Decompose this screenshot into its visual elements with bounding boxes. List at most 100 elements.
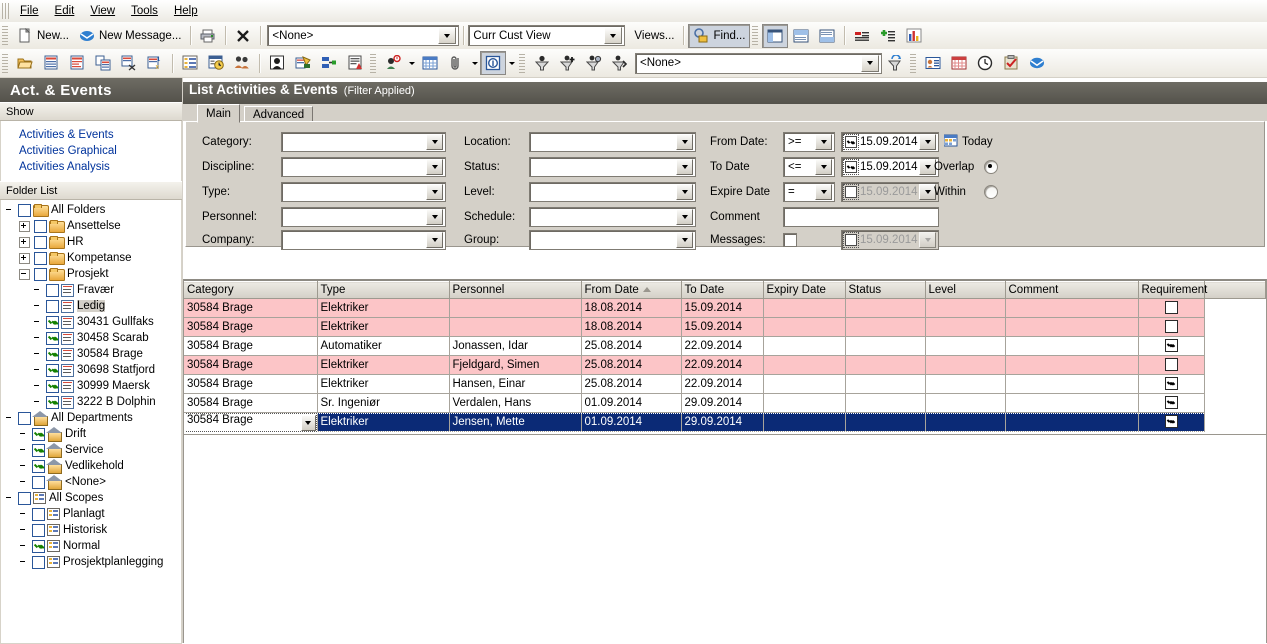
schedule-button[interactable] — [203, 51, 229, 75]
cell-category[interactable]: 30584 Brage — [184, 336, 318, 356]
list-button[interactable] — [177, 51, 203, 75]
tree-item[interactable]: All Departments — [1, 410, 181, 426]
cell-expiry-date[interactable] — [763, 393, 846, 413]
chevron-down-icon[interactable] — [919, 232, 936, 248]
cell-requirement[interactable] — [1138, 412, 1205, 432]
cell-status[interactable] — [845, 336, 926, 356]
column-header-to-date[interactable]: To Date — [681, 281, 764, 299]
tree-item[interactable]: 3222 B Dolphin — [1, 394, 181, 410]
chevron-down-icon[interactable] — [676, 232, 693, 248]
location-combo[interactable] — [529, 132, 696, 152]
cell-requirement[interactable] — [1138, 393, 1205, 413]
cell-comment[interactable] — [1005, 412, 1139, 432]
table-row[interactable]: 30584 Brage Sr. Ingeniør Verdalen, Hans 01.… — [184, 393, 1266, 413]
tree-item[interactable]: All Scopes — [1, 490, 181, 506]
cell-category[interactable]: 30584 Brage — [184, 298, 318, 318]
table-row[interactable]: 30584 Brage Elektriker Jensen, Mette 01.09.… — [184, 412, 1266, 432]
tree-item[interactable]: Normal — [1, 538, 181, 554]
tree-item-checkbox[interactable] — [34, 219, 47, 233]
cell-level[interactable] — [925, 412, 1006, 432]
chevron-down-icon[interactable] — [676, 209, 693, 225]
table-row[interactable]: 30584 Brage Elektriker Fjeldgard, Simen 25.… — [184, 355, 1266, 375]
tree-item-checkbox[interactable] — [46, 347, 59, 361]
tree-item[interactable]: Service — [1, 442, 181, 458]
company-combo[interactable] — [281, 230, 446, 250]
chevron-down-icon[interactable] — [426, 159, 443, 175]
expire-date-operator[interactable]: = — [783, 182, 835, 202]
menu-edit[interactable]: Edit — [47, 3, 83, 19]
expand-icon[interactable] — [19, 220, 30, 232]
cell-type[interactable]: Elektriker — [317, 317, 450, 337]
table-row[interactable]: 30584 Brage Automatiker Jonassen, Idar 25.0… — [184, 336, 1266, 356]
cell-expiry-date[interactable] — [763, 374, 846, 394]
discipline-combo[interactable] — [281, 157, 446, 177]
cell-from-date[interactable]: 18.08.2014 — [581, 298, 682, 318]
cell-requirement[interactable] — [1138, 336, 1205, 356]
cell-from-date[interactable]: 01.09.2014 — [581, 393, 682, 413]
personnel-group-button[interactable] — [229, 51, 255, 75]
column-header-type[interactable]: Type — [317, 281, 450, 299]
expand-icon[interactable] — [19, 236, 30, 248]
requirement-checkbox[interactable] — [1164, 338, 1178, 352]
calendar-grid-button[interactable] — [417, 51, 443, 75]
chevron-down-icon[interactable] — [919, 134, 936, 150]
tree-item-checkbox[interactable] — [18, 411, 31, 425]
person-button[interactable] — [264, 51, 290, 75]
folder-tree[interactable]: All Folders Ansettelse HR Kompetanse Prosjek… — [0, 200, 182, 644]
cell-level[interactable] — [925, 355, 1006, 375]
link-button[interactable] — [316, 51, 342, 75]
from-date-enabled-checkbox[interactable] — [843, 134, 859, 150]
tree-item-checkbox[interactable] — [32, 459, 45, 473]
cell-to-date[interactable]: 22.09.2014 — [681, 336, 764, 356]
filter-edit-button[interactable] — [581, 51, 607, 75]
sidebar-link-activities-analysis[interactable]: Activities Analysis — [19, 159, 181, 175]
to-date-enabled-checkbox[interactable] — [843, 159, 859, 175]
tree-item[interactable]: Ledig — [1, 298, 181, 314]
cell-type[interactable]: Elektriker — [317, 298, 450, 318]
expire-date-picker[interactable]: 15.09.2014 — [841, 182, 939, 202]
cell-comment[interactable] — [1005, 393, 1139, 413]
chevron-down-icon[interactable] — [438, 27, 457, 44]
messages-date-enabled-checkbox[interactable] — [843, 232, 859, 248]
person-alert-button[interactable] — [380, 51, 406, 75]
within-radio[interactable] — [984, 185, 998, 199]
tree-item[interactable]: Historisk — [1, 522, 181, 538]
column-header-status[interactable]: Status — [845, 281, 926, 299]
tree-item[interactable]: 30584 Brage — [1, 346, 181, 362]
tree-item-checkbox[interactable] — [46, 363, 59, 377]
renumber-activity-button[interactable]: 1x — [142, 51, 168, 75]
cell-personnel[interactable] — [449, 298, 582, 318]
new-button[interactable]: New... — [12, 24, 74, 48]
task-button[interactable] — [998, 51, 1024, 75]
cell-from-date[interactable]: 01.09.2014 — [581, 412, 682, 432]
sidebar-link-activities-graphical[interactable]: Activities Graphical — [19, 143, 181, 159]
cell-to-date[interactable]: 22.09.2014 — [681, 355, 764, 375]
tree-item-checkbox[interactable] — [46, 299, 59, 313]
new-message-button[interactable]: New Message... — [74, 24, 186, 48]
cell-category[interactable]: 30584 Brage — [184, 412, 318, 432]
cell-comment[interactable] — [1005, 355, 1139, 375]
list-add-button[interactable] — [875, 24, 901, 48]
tree-item-checkbox[interactable] — [32, 523, 45, 537]
filter-add-button[interactable] — [555, 51, 581, 75]
attachment-dropdown[interactable] — [469, 53, 480, 73]
tree-item-checkbox[interactable] — [32, 475, 45, 489]
tree-item-checkbox[interactable] — [18, 491, 31, 505]
collapse-icon[interactable] — [19, 268, 30, 280]
menu-tools[interactable]: Tools — [123, 3, 166, 19]
tree-item[interactable]: Prosjekt — [1, 266, 181, 282]
tree-item[interactable]: Fravær — [1, 282, 181, 298]
tree-item[interactable]: <None> — [1, 474, 181, 490]
cell-expiry-date[interactable] — [763, 412, 846, 432]
cell-comment[interactable] — [1005, 374, 1139, 394]
chevron-down-icon[interactable] — [426, 232, 443, 248]
cell-status[interactable] — [845, 374, 926, 394]
folder-filter-combo[interactable]: <None> — [267, 25, 460, 46]
chevron-down-icon[interactable] — [426, 209, 443, 225]
filter-refresh-button[interactable] — [882, 51, 908, 75]
edit-activity-button[interactable] — [64, 51, 90, 75]
cell-personnel[interactable]: Jonassen, Idar — [449, 336, 582, 356]
sidebar-link-activities-events[interactable]: Activities & Events — [19, 127, 181, 143]
clock-button[interactable] — [972, 51, 998, 75]
cell-requirement[interactable] — [1138, 317, 1205, 337]
